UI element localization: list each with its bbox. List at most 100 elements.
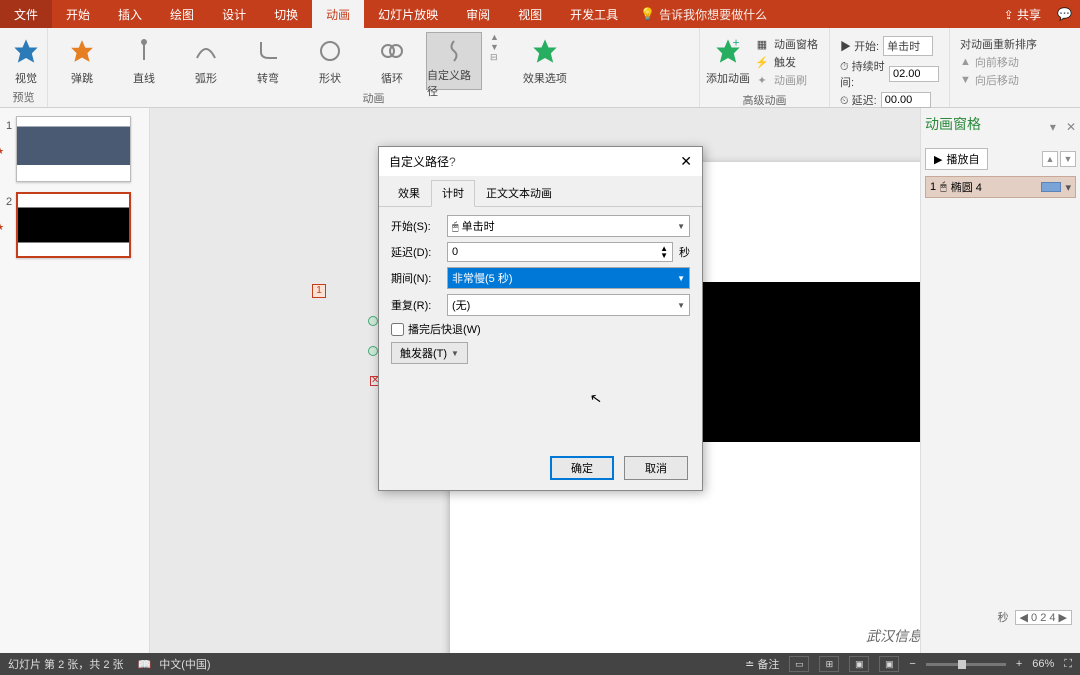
custom-path-dialog: 自定义路径 ? ✕ 效果 计时 正文文本动画 开始(S): 🖱 单击时▼ 延迟(… [378, 146, 703, 491]
anim-shape[interactable]: 形状 [302, 32, 358, 90]
add-anim-icon: + [713, 36, 743, 66]
menu-view[interactable]: 视图 [504, 0, 556, 28]
tell-me-search[interactable]: 💡告诉我你想要做什么 [640, 6, 767, 23]
bounce-icon [67, 36, 97, 66]
delay-field[interactable] [881, 92, 931, 108]
preview-group-label: 预览 [6, 89, 41, 105]
menu-home[interactable]: 开始 [52, 0, 104, 28]
anim-indicator-icon: ★ [0, 222, 12, 233]
anim-custom-path[interactable]: 自定义路径 [426, 32, 482, 90]
path-handle[interactable] [368, 346, 378, 356]
share-button[interactable]: ⇪ 共享 [1004, 6, 1041, 23]
sorter-view-button[interactable]: ⊞ [819, 656, 839, 672]
anim-item-1[interactable]: 1 🖱 椭圆 4 ▾ [925, 176, 1076, 198]
menu-insert[interactable]: 插入 [104, 0, 156, 28]
tab-effect[interactable]: 效果 [387, 180, 431, 206]
tab-timing[interactable]: 计时 [431, 180, 475, 207]
normal-view-button[interactable]: ▭ [789, 656, 809, 672]
chevron-down-icon: ▼ [677, 222, 685, 231]
zoom-out-button[interactable]: − [909, 658, 915, 670]
menu-file[interactable]: 文件 [0, 0, 52, 28]
move-earlier-button[interactable]: ▲ 向前移动 [960, 54, 1070, 70]
notes-button[interactable]: ≐ 备注 [745, 656, 779, 672]
dialog-titlebar[interactable]: 自定义路径 ? ✕ [379, 147, 702, 176]
zoom-level[interactable]: 66% [1032, 658, 1054, 670]
item-menu-button[interactable]: ▾ [1065, 181, 1071, 194]
trigger-button[interactable]: ⚡触发 [754, 54, 818, 70]
dlg-cancel-button[interactable]: 取消 [624, 456, 688, 480]
dialog-help-button[interactable]: ? [449, 155, 456, 169]
dlg-start-field[interactable]: 🖱 单击时▼ [447, 215, 690, 237]
anim-line[interactable]: 直线 [116, 32, 172, 90]
effect-options-button[interactable]: 效果选项 [517, 32, 573, 90]
dialog-close-button[interactable]: ✕ [680, 153, 692, 170]
menu-slideshow[interactable]: 幻灯片放映 [364, 0, 452, 28]
menu-review[interactable]: 审阅 [452, 0, 504, 28]
anim-turn[interactable]: 转弯 [240, 32, 296, 90]
zoom-slider[interactable] [926, 663, 1006, 666]
menu-developer[interactable]: 开发工具 [556, 0, 632, 28]
timeline-ticks[interactable]: ◀ 0 2 4 ▶ [1015, 610, 1073, 625]
zoom-in-button[interactable]: + [1016, 658, 1022, 670]
start-label: ▶ 开始: [840, 38, 879, 54]
fit-window-button[interactable]: ⛶ [1064, 658, 1072, 671]
comments-icon[interactable]: 💬 [1057, 7, 1072, 21]
language-indicator[interactable]: 中文(中国) [159, 656, 210, 672]
chevron-down-icon: ▼ [677, 301, 685, 310]
anim-loop[interactable]: 循环 [364, 32, 420, 90]
dlg-start-label: 开始(S): [391, 218, 447, 234]
slide-position: 幻灯片 第 2 张，共 2 张 [8, 656, 124, 672]
add-animation-button[interactable]: +添加动画 [706, 32, 750, 90]
effect-options-icon [530, 36, 560, 66]
anim-arc[interactable]: 弧形 [178, 32, 234, 90]
dlg-duration-field[interactable]: 非常慢(5 秒)▼ [447, 267, 690, 289]
move-down-button[interactable]: ▼ [1060, 151, 1076, 167]
menu-transitions[interactable]: 切换 [260, 0, 312, 28]
spellcheck-icon[interactable]: 📖 [138, 658, 152, 671]
animation-painter-button[interactable]: ✦动画刷 [754, 72, 818, 88]
bulb-icon: 💡 [640, 7, 655, 21]
painter-icon: ✦ [754, 72, 770, 88]
menu-tabs: 文件 开始 插入 绘图 设计 切换 动画 幻灯片放映 审阅 视图 开发工具 [0, 0, 632, 28]
animation-pane-button[interactable]: ▦动画窗格 [754, 36, 818, 52]
menu-animations[interactable]: 动画 [312, 0, 364, 28]
animation-pane: 动画窗格 ▾ ✕ ▶ 播放自 ▲▼ 1 🖱 椭圆 4 ▾ 秒 ◀ 0 2 4 ▶ [920, 108, 1080, 653]
menu-design[interactable]: 设计 [208, 0, 260, 28]
advanced-group-label: 高级动画 [706, 92, 823, 108]
move-up-button[interactable]: ▲ [1042, 151, 1058, 167]
chevron-down-icon: ▼ [677, 274, 685, 283]
ribbon: 视觉 预览 弹跳 直线 弧形 转弯 形状 循环 自定义路径 ▲▼⊟ 效果选项 动… [0, 28, 1080, 108]
animation-group-label: 动画 [54, 90, 693, 106]
slide-thumb-2[interactable]: 2★ [6, 192, 149, 258]
reorder-group: 对动画重新排序 ▲ 向前移动 ▼ 向后移动 [950, 28, 1080, 107]
delay-label: ⏲ 延迟: [840, 92, 877, 108]
move-later-button[interactable]: ▼ 向后移动 [960, 72, 1070, 88]
path-start-handle[interactable] [368, 316, 378, 326]
chevron-down-icon: ▼ [451, 349, 459, 358]
pane-close-button[interactable]: ✕ [1066, 120, 1076, 134]
start-field[interactable]: 单击时 [883, 36, 933, 56]
play-from-button[interactable]: ▶ 播放自 [925, 148, 988, 170]
animation-sequence-badge[interactable]: 1 [312, 284, 326, 298]
tab-text-animation[interactable]: 正文文本动画 [475, 180, 563, 206]
anim-bounce[interactable]: 弹跳 [54, 32, 110, 90]
menu-draw[interactable]: 绘图 [156, 0, 208, 28]
dlg-rewind-checkbox[interactable] [391, 323, 404, 336]
duration-field[interactable] [889, 66, 939, 82]
pane-menu-button[interactable]: ▾ [1050, 120, 1056, 134]
dlg-repeat-field[interactable]: (无)▼ [447, 294, 690, 316]
watermark-text: 武汉信息传播职业技术学 [866, 626, 920, 646]
preview-button[interactable]: 视觉 [6, 32, 46, 89]
seconds-label: 秒 [998, 609, 1009, 625]
slide-1-num: 1 [6, 120, 12, 132]
reading-view-button[interactable]: ▣ [849, 656, 869, 672]
animation-group: 弹跳 直线 弧形 转弯 形状 循环 自定义路径 ▲▼⊟ 效果选项 动画 [48, 28, 700, 107]
dlg-delay-field[interactable]: 0▲▼ [447, 242, 673, 262]
slide-thumb-1[interactable]: 1★ [6, 116, 149, 182]
dlg-trigger-button[interactable]: 触发器(T) ▼ [391, 342, 468, 364]
slide-2-preview [16, 192, 131, 258]
anim-gallery-more[interactable]: ▲▼⊟ [490, 32, 499, 63]
dlg-ok-button[interactable]: 确定 [550, 456, 614, 480]
star-icon [11, 36, 41, 66]
slideshow-view-button[interactable]: ▣ [879, 656, 899, 672]
